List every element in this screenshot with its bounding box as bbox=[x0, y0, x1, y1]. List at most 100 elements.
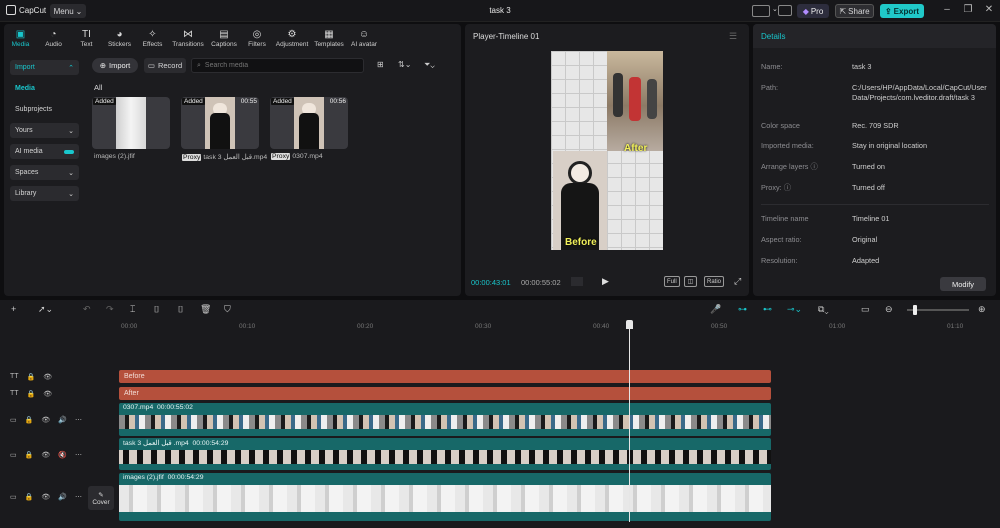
shield-icon[interactable]: ⛉ bbox=[224, 304, 231, 315]
avatar-icon: ☺ bbox=[358, 29, 370, 40]
zoom-slider-handle[interactable] bbox=[913, 305, 917, 315]
close-icon[interactable]: ✕ bbox=[982, 4, 996, 18]
split-left-icon[interactable]: ⌷ bbox=[154, 304, 159, 315]
filter-icon[interactable]: ⏷⌄ bbox=[424, 60, 435, 70]
playhead[interactable] bbox=[629, 320, 630, 522]
magnet-icon[interactable]: ⊶ bbox=[738, 304, 747, 315]
lock-icon[interactable]: 🔒 bbox=[25, 416, 34, 424]
expand-icon[interactable]: ⤢ bbox=[734, 276, 741, 287]
tab-ai-avatar[interactable]: ☺ AI avatar bbox=[347, 24, 381, 50]
image-clip[interactable]: images (2).jfif 00:00:54:29 bbox=[119, 473, 771, 521]
share-icon: ⇱ bbox=[839, 6, 847, 16]
detail-value: Adapted bbox=[852, 256, 880, 265]
hamburger-menu-icon[interactable]: ☰ bbox=[729, 31, 737, 42]
record-button[interactable]: ▭ Record bbox=[144, 58, 186, 73]
media-thumbnail[interactable]: Added 00:55 bbox=[181, 97, 259, 149]
detail-label: Path: bbox=[761, 83, 779, 92]
eye-icon[interactable]: 👁 bbox=[43, 390, 52, 398]
menu-button[interactable]: Menu ⌄ bbox=[50, 4, 86, 18]
ratio-button[interactable]: Ratio bbox=[704, 276, 725, 287]
undo-icon[interactable]: ↶ bbox=[83, 304, 91, 315]
layout-icon[interactable] bbox=[752, 5, 770, 17]
capcut-logo-icon bbox=[6, 5, 16, 15]
tab-media[interactable]: ▣ Media bbox=[4, 24, 37, 50]
eye-icon[interactable]: 👁 bbox=[41, 416, 50, 424]
lock-icon[interactable]: 🔒 bbox=[25, 451, 34, 459]
chevron-down-icon[interactable]: ⌄ bbox=[772, 5, 778, 13]
modify-button[interactable]: Modify bbox=[940, 277, 986, 291]
media-thumbnail[interactable]: Added bbox=[92, 97, 170, 149]
subtitle-icon[interactable]: ▭ bbox=[861, 304, 870, 315]
eye-icon[interactable]: 👁 bbox=[43, 373, 52, 381]
microphone-icon[interactable]: 🎤 bbox=[710, 304, 721, 315]
all-filter-label[interactable]: All bbox=[94, 83, 102, 92]
tab-stickers[interactable]: ◕ Stickers bbox=[103, 24, 136, 50]
lock-icon[interactable]: 🔒 bbox=[25, 493, 34, 501]
play-button[interactable]: ▶ bbox=[602, 276, 609, 287]
more-icon[interactable]: ⋯ bbox=[75, 451, 82, 459]
video-clip[interactable]: task 3 قبل العمل .mp4 00:00:54:29 bbox=[119, 438, 771, 470]
tab-filters[interactable]: ◎ Filters bbox=[241, 24, 273, 50]
ruler-label: 00:40 bbox=[593, 323, 610, 330]
more-icon[interactable]: ⋯ bbox=[75, 416, 82, 424]
sidebar-item-media[interactable]: Media bbox=[10, 81, 79, 96]
snap-icon[interactable]: ⊸⌄ bbox=[787, 304, 802, 315]
sidebar-item-subprojects[interactable]: Subprojects bbox=[10, 102, 79, 117]
sidebar-item-import[interactable]: Import ⌃ bbox=[10, 60, 79, 75]
video-preview[interactable]: After Before bbox=[551, 51, 663, 250]
shortcut-icon[interactable] bbox=[778, 5, 792, 16]
fullscreen-label[interactable]: Full bbox=[664, 276, 680, 287]
sidebar-item-yours[interactable]: Yours ⌄ bbox=[10, 123, 79, 138]
media-thumbnail[interactable]: Added 00:56 bbox=[270, 97, 348, 149]
sidebar-item-ai-media[interactable]: AI media bbox=[10, 144, 79, 159]
delete-icon[interactable]: 🗑 bbox=[200, 304, 211, 315]
crop-icon[interactable]: ◫ bbox=[684, 276, 697, 287]
preview-axis-icon[interactable]: ⧉⌄ bbox=[818, 304, 829, 315]
lock-icon[interactable]: 🔒 bbox=[27, 390, 36, 398]
tab-captions[interactable]: ▤ Captions bbox=[207, 24, 241, 50]
eye-icon[interactable]: 👁 bbox=[41, 451, 50, 459]
minimize-icon[interactable]: – bbox=[940, 4, 954, 18]
pro-button[interactable]: ◆ Pro bbox=[797, 4, 829, 18]
sidebar-item-library[interactable]: Library ⌄ bbox=[10, 186, 79, 201]
mute-icon[interactable]: 🔇 bbox=[58, 451, 67, 459]
add-track-icon[interactable]: + bbox=[11, 304, 16, 314]
link-icon[interactable]: ⊷ bbox=[763, 304, 772, 315]
share-button[interactable]: ⇱ Share bbox=[835, 4, 874, 18]
more-icon[interactable]: ⋯ bbox=[75, 493, 82, 501]
tab-effects[interactable]: ✧ Effects bbox=[136, 24, 169, 50]
lock-icon[interactable]: 🔒 bbox=[27, 373, 36, 381]
tab-details[interactable]: Details bbox=[761, 32, 785, 41]
volume-icon[interactable]: 🔊 bbox=[58, 493, 67, 501]
redo-icon[interactable]: ↷ bbox=[106, 304, 114, 315]
text-clip-before[interactable]: Before bbox=[119, 370, 771, 383]
cover-button[interactable]: ✎ Cover bbox=[88, 486, 114, 510]
export-button[interactable]: ⇪ Export bbox=[880, 4, 924, 18]
sidebar-item-spaces[interactable]: Spaces ⌄ bbox=[10, 165, 79, 180]
split-icon[interactable]: ⌶ bbox=[130, 304, 135, 315]
tab-templates[interactable]: ▦ Templates bbox=[311, 24, 347, 50]
restore-icon[interactable]: ❐ bbox=[961, 4, 975, 18]
search-input[interactable] bbox=[204, 62, 345, 69]
playhead-handle[interactable] bbox=[626, 320, 633, 329]
export-icon: ⇪ bbox=[884, 6, 892, 16]
sort-icon[interactable]: ⇅⌄ bbox=[398, 60, 411, 69]
grid-view-icon[interactable]: ⊞ bbox=[377, 60, 384, 69]
details-header bbox=[753, 24, 996, 48]
detail-value: Rec. 709 SDR bbox=[852, 121, 899, 130]
tab-audio[interactable]: ◔ Audio bbox=[37, 24, 70, 50]
video-clip[interactable]: 0307.mp4 00:00:55:02 bbox=[119, 403, 771, 436]
timecode-icon[interactable] bbox=[571, 277, 583, 286]
volume-icon[interactable]: 🔊 bbox=[58, 416, 67, 424]
tab-text[interactable]: TI Text bbox=[70, 24, 103, 50]
text-clip-after[interactable]: After bbox=[119, 387, 771, 400]
select-tool-icon[interactable]: ➚⌄ bbox=[38, 304, 53, 315]
tab-adjustment[interactable]: ⚙ Adjustment bbox=[273, 24, 311, 50]
zoom-in-icon[interactable]: ⊕ bbox=[978, 304, 986, 315]
zoom-out-icon[interactable]: ⊖ bbox=[885, 304, 893, 315]
tab-transitions[interactable]: ⋈ Transitions bbox=[169, 24, 207, 50]
import-button[interactable]: ⊕ Import bbox=[92, 58, 138, 73]
search-box[interactable]: ⌕ bbox=[191, 58, 364, 73]
split-right-icon[interactable]: ⌷ bbox=[178, 304, 183, 315]
eye-icon[interactable]: 👁 bbox=[41, 493, 50, 501]
